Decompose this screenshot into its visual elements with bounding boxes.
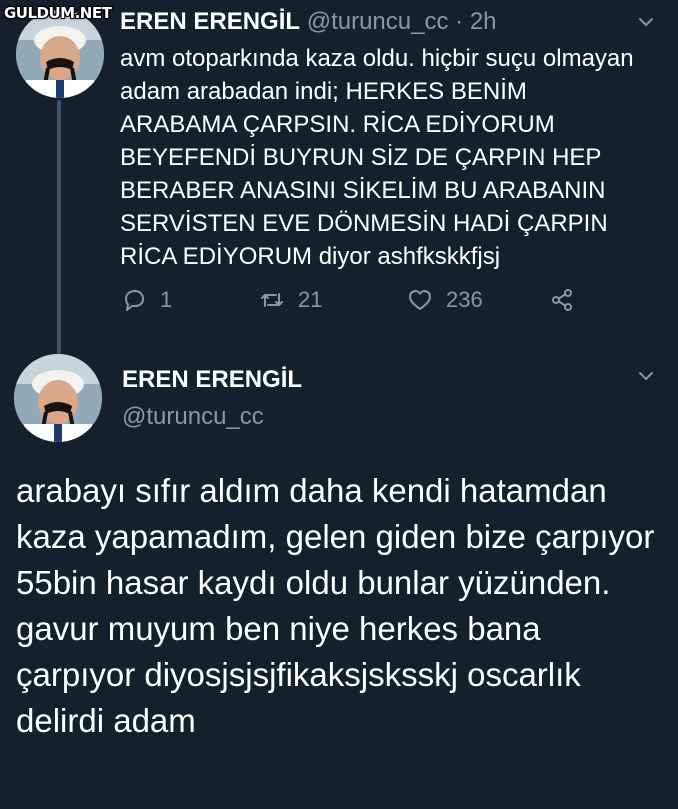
like-count: 236: [446, 287, 483, 312]
share-button[interactable]: [548, 286, 588, 314]
author-handle[interactable]: @turuncu_cc: [122, 403, 264, 431]
retweet-icon: [261, 293, 283, 307]
avatar[interactable]: [16, 10, 104, 98]
avatar[interactable]: [14, 354, 102, 442]
tweet1-text: avm otoparkında kaza oldu. hiçbir suçu o…: [120, 45, 634, 270]
reply-button[interactable]: 1: [120, 286, 172, 314]
chevron-down-icon[interactable]: [636, 12, 656, 32]
like-icon: [409, 290, 431, 310]
retweet-count: 21: [298, 287, 323, 312]
retweet-button[interactable]: 21: [258, 286, 322, 314]
author-handle[interactable]: @turuncu_cc: [307, 8, 449, 35]
tweet2-text: arabayı sıfır aldım daha kendi hatamdan …: [16, 472, 655, 739]
tweet1-header: EREN ERENGİL @turuncu_cc · 2h: [120, 8, 497, 36]
watermark: GULDUM.NET: [4, 4, 112, 22]
author-name[interactable]: EREN ERENGİL: [120, 8, 300, 35]
reply-icon: [125, 290, 144, 311]
reply-count: 1: [160, 287, 173, 312]
tweet1-actions: 1 21 236: [0, 286, 678, 320]
tweet-timestamp[interactable]: 2h: [470, 8, 497, 35]
chevron-down-icon[interactable]: [636, 366, 656, 386]
author-name[interactable]: EREN ERENGİL: [122, 366, 302, 394]
separator-dot: ·: [455, 8, 464, 35]
like-button[interactable]: 236: [406, 286, 483, 314]
share-icon: [552, 289, 572, 311]
